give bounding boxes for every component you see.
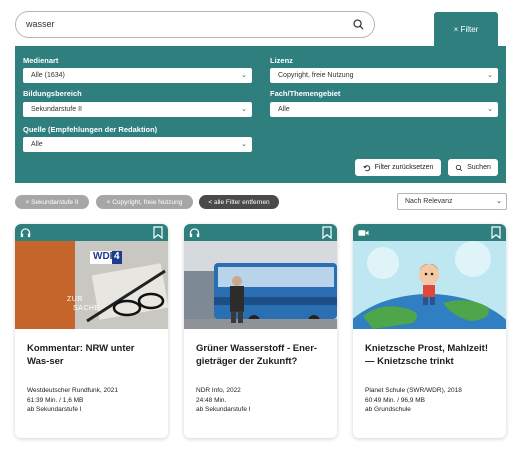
search-button[interactable]: Suchen: [448, 159, 498, 176]
search-input[interactable]: [26, 19, 326, 29]
active-filter-chip-lizenz[interactable]: × Copyright, freie Nutzung: [96, 195, 193, 209]
chip-label: × Sekundarstufe II: [25, 198, 79, 206]
sort-select[interactable]: Nach Relevanz ⌄: [397, 193, 507, 210]
card-duration: 61:39 Min. / 1,6 MB: [27, 396, 84, 404]
chevron-down-icon: ⌄: [496, 198, 502, 205]
lizenz-select[interactable]: Copyright, freie Nutzung ⌄: [270, 68, 498, 83]
card-duration: 24:48 Min.: [196, 396, 227, 404]
chevron-down-icon: ⌄: [241, 106, 247, 113]
card-title[interactable]: Knietzsche Prost, Mahlzeit! — Knietzsche…: [365, 342, 497, 368]
card-thumbnail: WDR 4 ZUR SACHE: [15, 241, 168, 329]
sort-value: Nach Relevanz: [405, 198, 453, 205]
bildungsbereich-label: Bildungsbereich: [23, 89, 82, 98]
chevron-down-icon: ⌄: [241, 141, 247, 148]
card-thumbnail: [184, 241, 337, 329]
medienart-select[interactable]: Alle (1634) ⌄: [23, 68, 252, 83]
active-filter-chip-sekundarstufe[interactable]: × Sekundarstufe II: [15, 195, 89, 209]
reset-icon: [362, 164, 370, 171]
bookmark-icon[interactable]: [491, 226, 501, 239]
lizenz-value: Copyright, freie Nutzung: [278, 72, 354, 79]
card-level: ab Sekundarstufe I: [27, 406, 82, 413]
result-card[interactable]: Grüner Wasserstoff - Ener-gieträger der …: [184, 224, 337, 438]
card-meta: Planet Schule (SWR/WDR), 2018 60:49 Min.…: [365, 386, 462, 415]
search-bar[interactable]: [15, 11, 375, 38]
remove-all-filters-button[interactable]: < alle Filter entfernen: [199, 195, 279, 209]
filter-toggle-tab[interactable]: × Filter: [434, 12, 498, 46]
card-meta: NDR Info, 2022 24:48 Min. ab Sekundarstu…: [196, 386, 251, 415]
card-header: [184, 224, 337, 241]
fach-label: Fach/Themengebiet: [270, 89, 341, 98]
search-icon: [455, 164, 463, 171]
card-source: NDR Info, 2022: [196, 387, 241, 394]
card-source: Westdeutscher Rundfunk, 2021: [27, 387, 118, 394]
thumb-text-line2: SACHE: [73, 305, 100, 312]
fach-value: Alle: [278, 106, 290, 113]
result-card[interactable]: Knietzsche Prost, Mahlzeit! — Knietzsche…: [353, 224, 506, 438]
quelle-select[interactable]: Alle ⌄: [23, 137, 252, 152]
quelle-value: Alle: [31, 141, 43, 148]
card-meta: Westdeutscher Rundfunk, 2021 61:39 Min. …: [27, 386, 118, 415]
card-title[interactable]: Kommentar: NRW unter Was-ser: [27, 342, 159, 368]
reset-filter-button[interactable]: Filter zurücksetzen: [355, 159, 441, 176]
bildungsbereich-select[interactable]: Sekundarstufe II ⌄: [23, 102, 252, 117]
filter-panel: Medienart Alle (1634) ⌄ Lizenz Copyright…: [15, 46, 506, 183]
bookmark-icon[interactable]: [153, 226, 163, 239]
card-level: ab Grundschule: [365, 406, 411, 413]
chip-label: < alle Filter entfernen: [208, 198, 270, 206]
bildungsbereich-value: Sekundarstufe II: [31, 106, 82, 113]
chevron-down-icon: ⌄: [241, 72, 247, 79]
chip-label: × Copyright, freie Nutzung: [106, 198, 183, 206]
card-header: [15, 224, 168, 241]
fach-select[interactable]: Alle ⌄: [270, 102, 498, 117]
card-level: ab Sekundarstufe I: [196, 406, 251, 413]
quelle-label: Quelle (Empfehlungen der Redaktion): [23, 125, 158, 134]
thumb-text-line1: ZUR: [67, 296, 83, 303]
reset-filter-label: Filter zurücksetzen: [374, 164, 434, 171]
video-icon: [353, 224, 373, 241]
thumb-logo-number: 4: [114, 251, 120, 262]
card-title[interactable]: Grüner Wasserstoff - Ener-gieträger der …: [196, 342, 328, 368]
headphones-icon: [184, 224, 204, 241]
card-duration: 60:49 Min. / 96,9 MB: [365, 396, 425, 404]
bookmark-icon[interactable]: [322, 226, 332, 239]
result-card[interactable]: WDR 4 ZUR SACHE Kommentar: NRW unter Was…: [15, 224, 168, 438]
chevron-down-icon: ⌄: [487, 72, 493, 79]
filter-tab-label: × Filter: [453, 24, 479, 34]
lizenz-label: Lizenz: [270, 56, 293, 65]
card-header: [353, 224, 506, 241]
card-thumbnail: [353, 241, 506, 329]
search-button-label: Suchen: [467, 164, 491, 171]
headphones-icon: [15, 224, 35, 241]
medienart-value: Alle (1634): [31, 72, 65, 79]
card-source: Planet Schule (SWR/WDR), 2018: [365, 387, 462, 394]
chevron-down-icon: ⌄: [487, 106, 493, 113]
medienart-label: Medienart: [23, 56, 59, 65]
search-icon[interactable]: [352, 18, 365, 31]
